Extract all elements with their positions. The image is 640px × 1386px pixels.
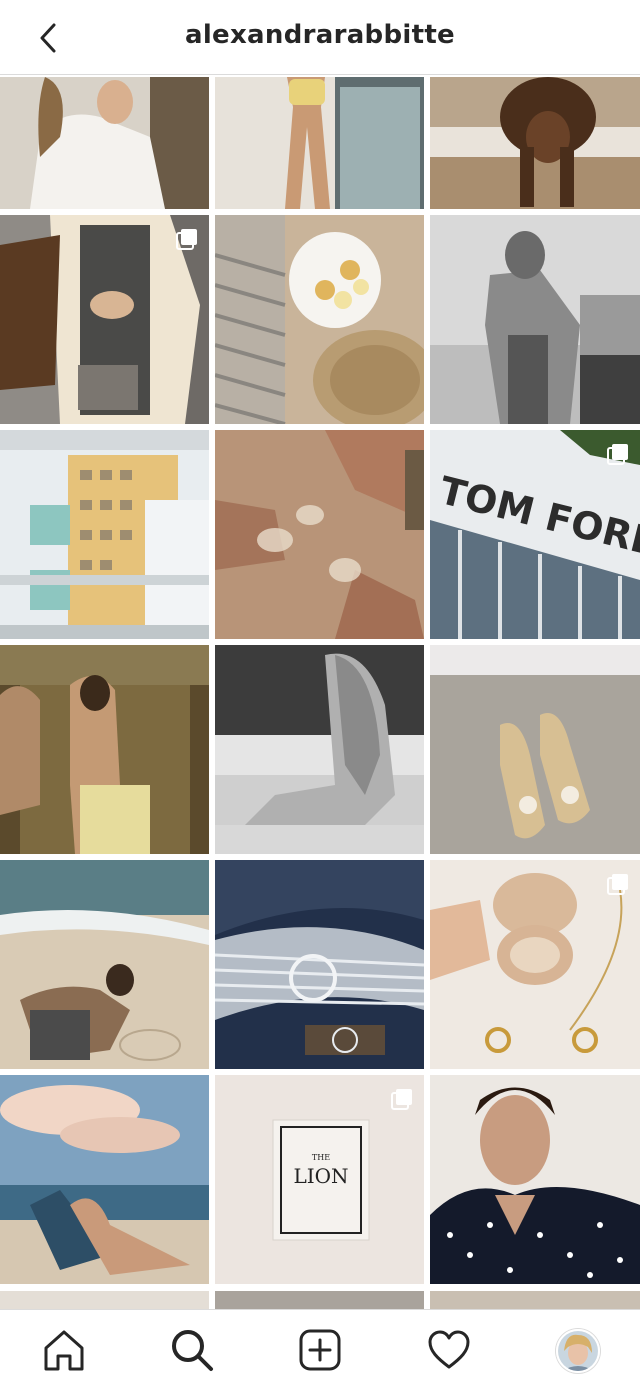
post-beach-lounger[interactable] bbox=[0, 1075, 209, 1284]
card-small-text: THE bbox=[312, 1153, 330, 1162]
post-partial[interactable] bbox=[430, 1291, 640, 1309]
new-post-icon bbox=[299, 1329, 341, 1371]
post-mirror-selfie[interactable] bbox=[0, 645, 209, 854]
post-swimsuit-balcony[interactable] bbox=[215, 77, 424, 209]
home-button[interactable] bbox=[42, 1328, 86, 1372]
home-icon bbox=[44, 1330, 84, 1371]
post-bw-pool[interactable] bbox=[215, 645, 424, 854]
post-mercedes[interactable] bbox=[215, 860, 424, 1069]
profile-avatar[interactable] bbox=[556, 1329, 600, 1373]
activity-button[interactable] bbox=[427, 1328, 471, 1372]
post-pancakes-plate[interactable] bbox=[215, 215, 424, 424]
search-button[interactable] bbox=[170, 1328, 214, 1372]
multiple-posts-icon bbox=[176, 229, 197, 250]
multiple-posts-icon bbox=[391, 1089, 412, 1110]
avatar-image bbox=[558, 1331, 598, 1371]
post-beach-writing[interactable] bbox=[0, 860, 209, 1069]
posts-grid-next-row bbox=[0, 1291, 640, 1309]
post-partial[interactable] bbox=[215, 1291, 424, 1309]
multiple-posts-icon bbox=[607, 444, 628, 465]
post-polka-dot-portrait[interactable] bbox=[430, 1075, 640, 1284]
post-dog-stairs[interactable] bbox=[430, 77, 640, 209]
post-sandals-sand[interactable] bbox=[430, 645, 640, 854]
post-bw-street[interactable] bbox=[430, 215, 640, 424]
post-the-lion-card[interactable]: THE LION bbox=[215, 1075, 424, 1284]
bottom-navigation bbox=[0, 1309, 640, 1386]
activity-heart-icon bbox=[428, 1330, 470, 1369]
username-title: alexandrarabbitte bbox=[185, 20, 455, 50]
posts-grid: TOM FORD THE LION bbox=[0, 77, 640, 1284]
search-icon bbox=[172, 1330, 213, 1371]
new-post-button[interactable] bbox=[298, 1328, 342, 1372]
post-trench-coat-bag[interactable] bbox=[0, 215, 209, 424]
profile-header: alexandrarabbitte bbox=[0, 0, 640, 75]
post-champagne-toast[interactable] bbox=[215, 430, 424, 639]
card-big-text: LION bbox=[293, 1164, 348, 1188]
post-jewelry-box[interactable] bbox=[430, 860, 640, 1069]
post-white-shirt[interactable] bbox=[0, 77, 209, 209]
multiple-posts-icon bbox=[607, 874, 628, 895]
post-tom-ford-store[interactable]: TOM FORD bbox=[430, 430, 640, 639]
post-balcony-buildings[interactable] bbox=[0, 430, 209, 639]
post-partial[interactable] bbox=[0, 1291, 209, 1309]
